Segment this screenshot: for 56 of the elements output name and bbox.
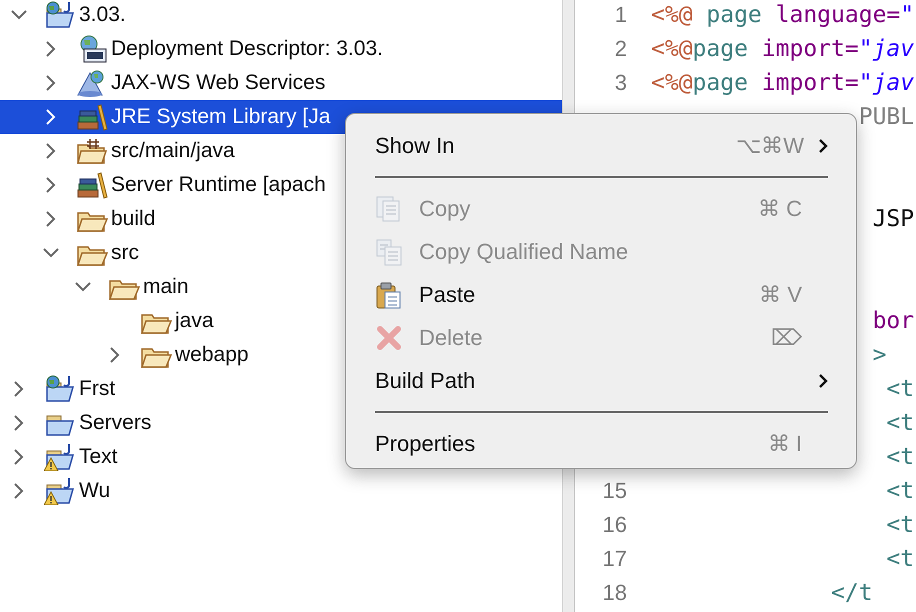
expand-chevron-icon[interactable]: [46, 177, 56, 193]
line-number: 16: [602, 512, 627, 538]
line-number: 17: [602, 546, 627, 572]
menu-item[interactable]: Properties ⌘ I: [346, 422, 856, 465]
code-line: bor: [872, 308, 914, 334]
web-project-icon: [44, 375, 76, 403]
line-number: 1: [614, 2, 627, 28]
project-warning-icon: [44, 477, 76, 505]
keyboard-shortcut: ⌘ C: [758, 196, 802, 222]
expand-chevron-icon[interactable]: [14, 449, 24, 465]
collapse-chevron-icon[interactable]: [11, 10, 27, 20]
project-warning-icon: [44, 443, 76, 471]
code-line: <t: [886, 546, 914, 572]
expand-chevron-icon[interactable]: [14, 381, 24, 397]
web-project-icon: [44, 1, 76, 29]
code-line: <t: [886, 512, 914, 538]
expand-chevron-icon[interactable]: [14, 483, 24, 499]
code-line: <%@ page language=": [651, 2, 914, 28]
code-line: <t: [886, 444, 914, 470]
line-number: 3: [614, 70, 627, 96]
menu-item[interactable]: Build Path: [346, 359, 856, 402]
code-line: <t: [886, 410, 914, 436]
tree-item[interactable]: JAX-WS Web Services: [0, 66, 562, 100]
code-line: JSP: [872, 206, 914, 232]
tree-item[interactable]: 3.03.: [0, 0, 562, 32]
tree-item[interactable]: Deployment Descriptor: 3.03.: [0, 32, 562, 66]
collapse-chevron-icon[interactable]: [75, 282, 91, 292]
menu-item[interactable]: Paste ⌘ V: [346, 273, 856, 316]
package-folder-icon: [76, 137, 108, 165]
paste-icon: [375, 280, 403, 308]
code-line: <%@page import="jav: [651, 70, 914, 96]
keyboard-shortcut: ⌘ V: [759, 282, 802, 308]
line-number: 18: [602, 580, 627, 606]
code-line: >: [872, 342, 886, 368]
collapse-chevron-icon[interactable]: [43, 248, 59, 258]
expand-chevron-icon[interactable]: [46, 143, 56, 159]
keyboard-shortcut: ⌦: [771, 324, 802, 350]
line-number: 2: [614, 36, 627, 62]
expand-chevron-icon[interactable]: [46, 41, 56, 57]
code-line: <t: [886, 376, 914, 402]
library-icon: [76, 171, 108, 199]
tree-item[interactable]: Wu: [0, 474, 562, 508]
library-icon: [76, 103, 108, 131]
code-line: </t: [831, 580, 873, 606]
code-line: <t: [886, 478, 914, 504]
delete-icon: [375, 324, 403, 352]
expand-chevron-icon[interactable]: [46, 211, 56, 227]
code-line: PUBL: [858, 104, 914, 130]
line-number: 15: [602, 478, 627, 504]
expand-chevron-icon[interactable]: [14, 415, 24, 431]
expand-chevron-icon[interactable]: [110, 347, 120, 363]
expand-chevron-icon[interactable]: [46, 75, 56, 91]
code-line: <%@page import="jav: [651, 36, 914, 62]
copy-icon: [375, 238, 403, 266]
keyboard-shortcut: ⌥⌘W: [736, 132, 804, 158]
keyboard-shortcut: ⌘ I: [768, 430, 802, 456]
